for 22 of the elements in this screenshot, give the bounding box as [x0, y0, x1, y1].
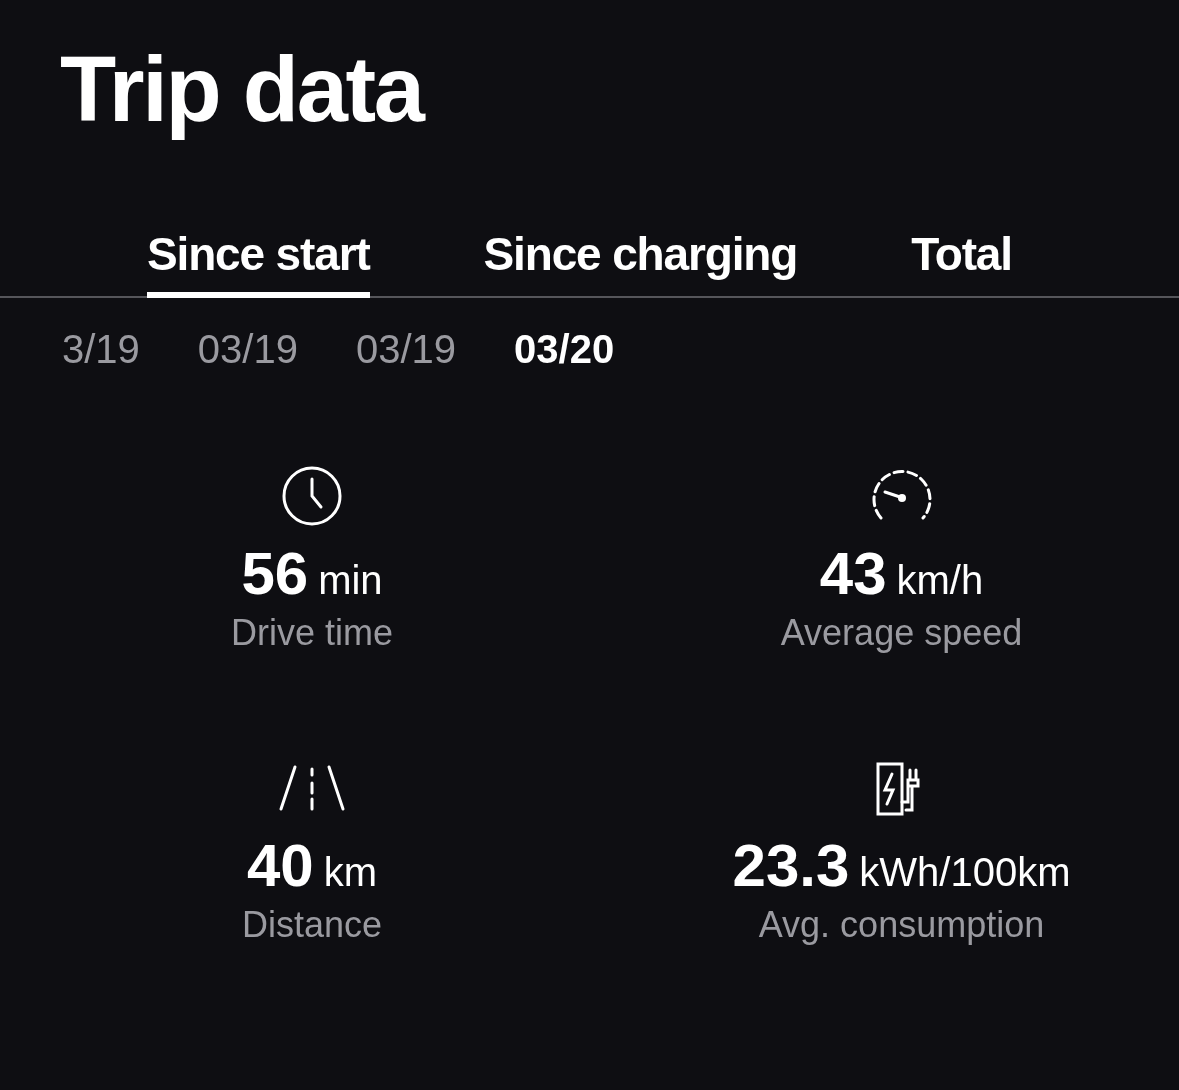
clock-icon — [281, 465, 343, 527]
tab[interactable]: Since start — [147, 224, 370, 298]
date-tab[interactable]: 3/19 — [62, 324, 140, 374]
stat-value: 43 — [819, 542, 887, 606]
stat-unit: km — [323, 849, 378, 896]
stat-unit: min — [318, 557, 383, 604]
stat-value: 56 — [241, 542, 309, 606]
stat-unit: km/h — [896, 557, 984, 604]
road-icon — [277, 765, 347, 811]
stat-label: Drive time — [231, 611, 393, 655]
date-tab[interactable]: 03/19 — [197, 324, 298, 374]
stat-label: Distance — [241, 903, 383, 947]
stat-label: Avg. consumption — [758, 903, 1045, 947]
page-title: Trip data — [59, 37, 423, 142]
date-tab[interactable]: 03/19 — [355, 324, 457, 374]
stat-value: 40 — [246, 834, 314, 898]
date-tab[interactable]: 03/20 — [514, 324, 615, 374]
stat-label: Average speed — [780, 611, 1023, 655]
stat-unit: kWh/100km — [859, 849, 1071, 896]
tab[interactable]: Since charging — [483, 224, 798, 298]
tab[interactable]: Total — [911, 224, 1012, 298]
stat-value: 23.3 — [732, 834, 850, 898]
